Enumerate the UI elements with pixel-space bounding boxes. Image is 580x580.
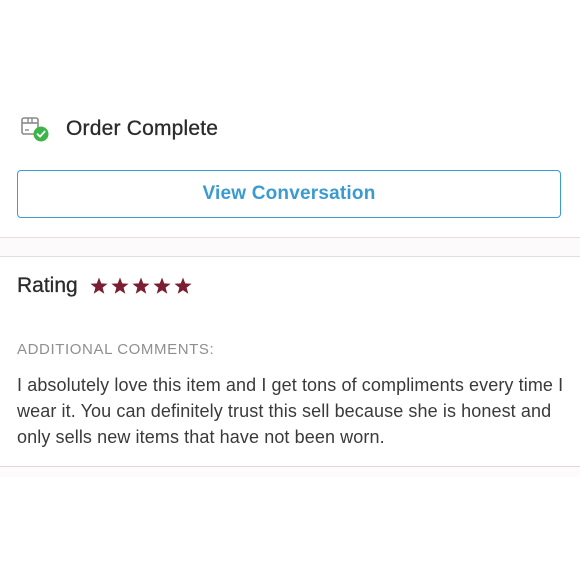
order-feedback-screen: Order Complete View Conversation Rating … xyxy=(0,0,580,580)
star-icon xyxy=(132,277,150,294)
rating-stars xyxy=(90,277,195,295)
additional-comments-text: I absolutely love this item and I get to… xyxy=(17,375,564,447)
section-divider xyxy=(0,237,580,257)
package-check-icon xyxy=(20,115,52,143)
star-icon xyxy=(111,277,129,294)
star-icon xyxy=(90,277,108,294)
additional-comments-heading: ADDITIONAL COMMENTS: xyxy=(17,341,215,358)
order-status-title: Order Complete xyxy=(66,117,219,140)
star-icon xyxy=(153,277,171,294)
view-conversation-button[interactable]: View Conversation xyxy=(17,170,561,218)
order-status-row: Order Complete xyxy=(20,114,218,144)
rating-row: Rating xyxy=(17,272,195,300)
star-icon xyxy=(174,277,192,294)
section-divider-bottom xyxy=(0,466,580,477)
rating-label: Rating xyxy=(17,274,78,297)
